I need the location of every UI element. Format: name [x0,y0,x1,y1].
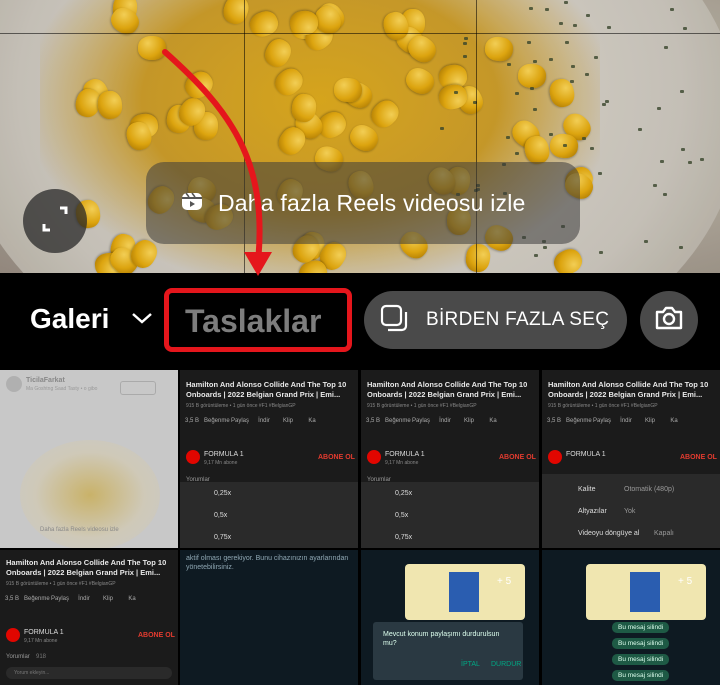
reels-icon [180,189,204,218]
thumb-subs: 9,17 Mn abone [204,460,238,466]
grid-thumbnail[interactable]: Hamilton And Alonso Collide And The Top … [361,370,539,548]
camera-button[interactable] [640,291,698,349]
expand-button[interactable] [23,189,87,253]
thumb-chat-text: aktif olması gerekiyor. Bunu cihazınızın… [186,555,349,571]
stop-sharing-dialog: Mevcut konum paylaşımı durdurulsun mu? İ… [373,622,523,680]
thumb-clip: Klip [282,418,293,424]
avatar [6,376,22,392]
grid-thumbnail[interactable]: + 5 Bu mesaj silindi Bu mesaj silindi Bu… [542,550,720,685]
multi-select-icon [380,304,408,337]
deleted-message: Bu mesaj silindi [612,638,670,649]
reels-banner[interactable]: Daha fazla Reels videosu izle [146,162,580,244]
thumb-meta: 915 B görüntüleme • 1 gün önce #F1 #Belg… [367,403,477,409]
drafts-tab[interactable]: Taslaklar [185,303,321,340]
speed-menu: 0,25x 0,5x 0,75x [180,482,358,548]
deleted-message: Bu mesaj silindi [612,654,670,665]
grid-thumbnail[interactable]: Hamilton And Alonso Collide And The Top … [0,550,178,685]
formula1-logo [6,628,20,642]
grid-thumbnail[interactable]: Hamilton And Alonso Collide And The Top … [542,370,720,548]
multi-select-button[interactable]: BİRDEN FAZLA SEÇ [364,291,627,349]
camera-icon [654,305,684,336]
thumb-dislike: Beğenme [204,418,230,424]
deleted-message: Bu mesaj silindi [612,670,670,681]
grid-thumbnail[interactable]: TicilaFarkat Ma Goshtng Saad Tasty • o g… [0,370,178,548]
media-picker-screen: Daha fazla Reels videosu izle Galeri Tas… [0,0,720,685]
speed-menu: 0,25x 0,5x 0,75x [361,482,539,548]
thumb-channel: FORMULA 1 [204,451,244,458]
formula1-logo [186,450,200,464]
thumb-caption: Daha fazla Reels videosu izle [40,527,119,533]
reels-banner-label: Daha fazla Reels videosu izle [218,189,526,216]
thumb-meta: 915 B görüntüleme • 1 gün önce #F1 #Belg… [186,403,296,409]
chevron-down-icon[interactable] [131,311,153,330]
grid-thumbnail[interactable]: aktif olması gerekiyor. Bunu cihazınızın… [180,550,358,685]
expand-icon [38,202,72,241]
media-preview[interactable]: Daha fazla Reels videosu izle [0,0,720,273]
thumb-save: Ka [308,418,316,424]
gallery-tab[interactable]: Galeri [30,303,109,335]
deleted-message: Bu mesaj silindi [612,622,670,633]
grid-thumbnail[interactable]: + 5 Mevcut konum paylaşımı durdurulsun m… [361,550,539,685]
thumb-sub: Ma Goshtng Saad Tasty • o gibo [26,386,98,392]
formula1-logo [367,450,381,464]
multi-select-label: BİRDEN FAZLA SEÇ [426,309,610,330]
thumb-title: Hamilton And Alonso Collide And The Top … [186,380,347,399]
settings-menu: Kalite Otomatik (480p) Altyazılar Yok Vi… [542,474,720,548]
formula1-logo [548,450,562,464]
thumb-subscribe: ABONE OL [318,454,355,461]
thumb-download: İndir [258,418,270,424]
thumb-title: Hamilton And Alonso Collide And The Top … [367,380,528,399]
thumb-likes: 3,5 B [184,418,199,424]
thumb-share: Paylaş [230,418,249,424]
media-grid: TicilaFarkat Ma Goshtng Saad Tasty • o g… [0,370,720,685]
grid-thumbnail[interactable]: Hamilton And Alonso Collide And The Top … [180,370,358,548]
thumb-user: TicilaFarkat [26,377,65,384]
picker-toolbar: Galeri Taslaklar BİRDEN FAZLA SEÇ [0,273,720,370]
